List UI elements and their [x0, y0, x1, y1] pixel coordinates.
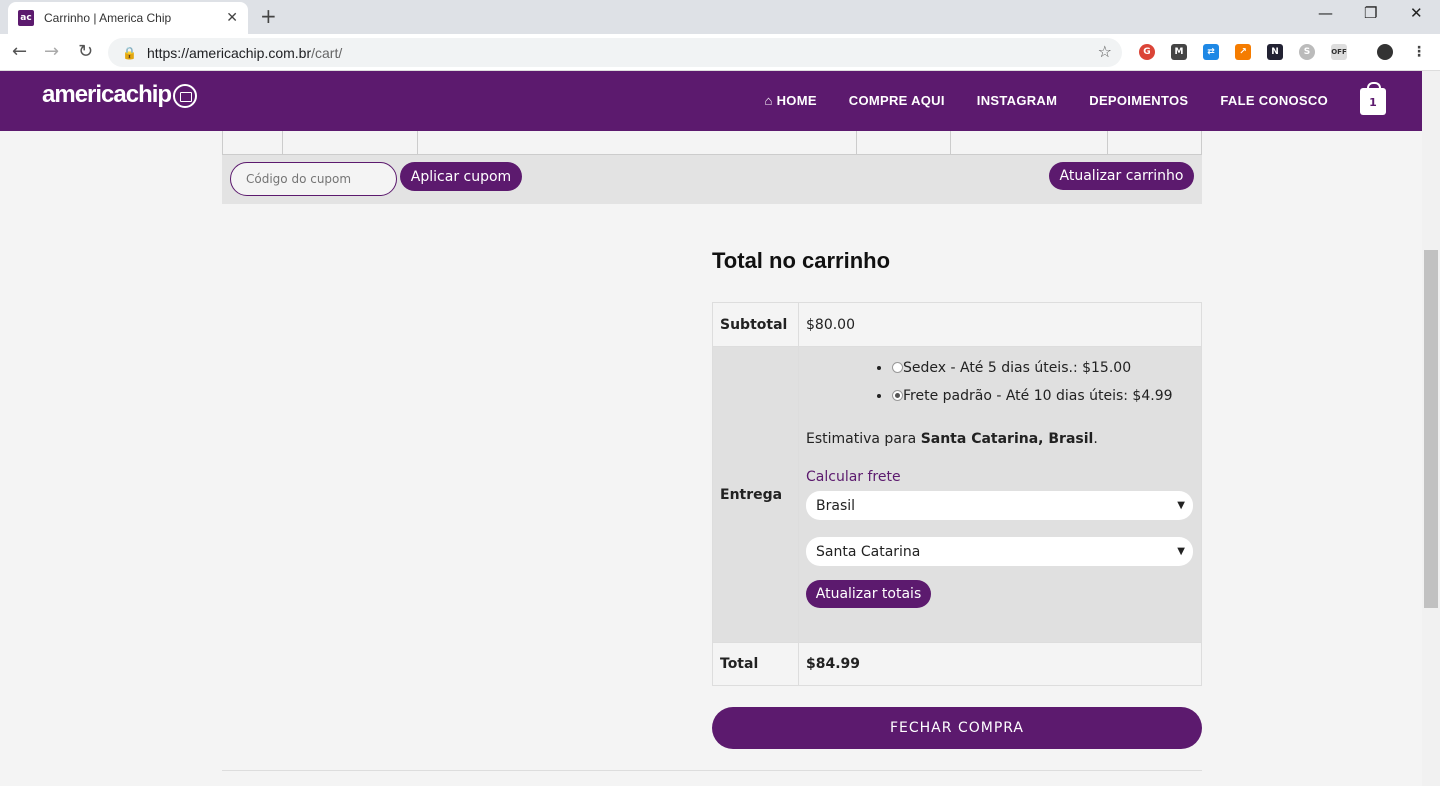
dropdown-arrow-icon: ▼ — [1177, 546, 1185, 557]
main-nav: ⌂ HOME COMPRE AQUI INSTAGRAM DEPOIMENTOS… — [765, 93, 1328, 108]
state-select[interactable]: Santa Catarina ▼ — [806, 537, 1193, 566]
lock-icon: 🔒 — [122, 45, 137, 60]
checkout-button[interactable]: FECHAR COMPRA — [712, 707, 1202, 749]
shipping-option-sedex[interactable]: Sedex - Até 5 dias úteis.: $15.00 — [892, 357, 1201, 385]
subtotal-label: Subtotal — [712, 302, 799, 347]
cart-table-bottom — [222, 131, 1202, 155]
chart-extension-icon[interactable]: ↗ — [1235, 44, 1251, 60]
site-favicon-icon: ac — [18, 10, 34, 26]
apply-coupon-button[interactable]: Aplicar cupom — [400, 162, 522, 191]
cart-bag-icon[interactable]: 1 — [1360, 82, 1386, 115]
total-row: Total $84.99 — [712, 642, 1202, 686]
cart-count-badge: 1 — [1369, 96, 1377, 109]
total-label: Total — [712, 642, 799, 686]
tab-close-icon[interactable]: ✕ — [226, 10, 238, 26]
nav-home[interactable]: ⌂ HOME — [765, 93, 817, 108]
shipping-estimate: Estimativa para Santa Catarina, Brasil. — [806, 431, 1098, 447]
google-plus-extension-icon[interactable]: G — [1139, 44, 1155, 60]
home-icon: ⌂ — [764, 93, 777, 108]
address-bar[interactable]: 🔒 https://americachip.com.br/cart/ ☆ — [108, 38, 1122, 67]
total-value: $84.99 — [798, 642, 1202, 686]
restore-icon[interactable]: ❐ — [1364, 4, 1377, 22]
nav-depoimentos[interactable]: DEPOIMENTOS — [1089, 93, 1188, 108]
cart-totals-title: Total no carrinho — [712, 248, 891, 273]
nav-instagram[interactable]: INSTAGRAM — [977, 93, 1057, 108]
browser-tab-bar: ac Carrinho | America Chip ✕ + — ❐ ✕ — [0, 0, 1440, 34]
estimate-location: Santa Catarina, Brasil — [920, 431, 1094, 447]
update-totals-button[interactable]: Atualizar totais — [806, 580, 931, 608]
coupon-row: Aplicar cupom Atualizar carrinho — [222, 155, 1202, 204]
divider — [222, 770, 1202, 771]
menu-dots-icon[interactable]: ⋮ — [1411, 44, 1427, 60]
skype-extension-icon[interactable]: S — [1299, 44, 1315, 60]
radio-sedex[interactable] — [892, 362, 903, 373]
shipping-row: Entrega Sedex - Até 5 dias úteis.: $15.0… — [712, 346, 1202, 643]
forward-icon[interactable]: → — [44, 41, 59, 62]
window-close-icon[interactable]: ✕ — [1410, 4, 1423, 22]
chip-logo-icon — [173, 83, 198, 108]
off-extension-icon[interactable]: OFF — [1331, 44, 1347, 60]
dropdown-arrow-icon: ▼ — [1177, 500, 1185, 511]
subtotal-row: Subtotal $80.00 — [712, 302, 1202, 347]
shipping-cell: Sedex - Até 5 dias úteis.: $15.00 Frete … — [798, 346, 1202, 643]
cart-totals-table: Subtotal $80.00 Entrega Sedex - Até 5 di… — [712, 302, 1202, 686]
site-header: americachip ⌂ HOME COMPRE AQUI INSTAGRAM… — [0, 71, 1422, 131]
subtotal-value: $80.00 — [798, 302, 1202, 347]
nav-fale-conosco[interactable]: FALE CONOSCO — [1220, 93, 1328, 108]
translate-extension-icon[interactable]: ⇄ — [1203, 44, 1219, 60]
nav-compre-aqui[interactable]: COMPRE AQUI — [849, 93, 945, 108]
browser-tab[interactable]: ac Carrinho | America Chip ✕ — [8, 2, 248, 34]
coupon-code-input[interactable] — [230, 162, 397, 196]
shipping-label: Entrega — [712, 346, 799, 643]
shipping-option-frete-padrao[interactable]: Frete padrão - Até 10 dias úteis: $4.99 — [892, 385, 1201, 413]
browser-toolbar: ← → ↻ 🔒 https://americachip.com.br/cart/… — [0, 34, 1440, 71]
back-icon[interactable]: ← — [12, 41, 27, 62]
page-scrollbar-thumb[interactable] — [1424, 250, 1438, 608]
site-logo[interactable]: americachip — [42, 81, 198, 109]
update-cart-button[interactable]: Atualizar carrinho — [1049, 162, 1194, 190]
calculate-shipping-link[interactable]: Calcular frete — [806, 469, 1201, 485]
tab-title: Carrinho | America Chip — [44, 11, 172, 25]
url-text: https://americachip.com.br/cart/ — [146, 44, 343, 61]
news-extension-icon[interactable]: N — [1267, 44, 1283, 60]
new-tab-icon[interactable]: + — [260, 4, 277, 28]
profile-avatar[interactable] — [1377, 44, 1393, 60]
reload-icon[interactable]: ↻ — [78, 41, 93, 62]
country-select[interactable]: Brasil ▼ — [806, 491, 1193, 520]
radio-frete-padrao[interactable] — [892, 390, 903, 401]
shipping-options-list: Sedex - Até 5 dias úteis.: $15.00 Frete … — [892, 347, 1201, 413]
m-extension-icon[interactable]: M — [1171, 44, 1187, 60]
bookmark-star-icon[interactable]: ☆ — [1098, 42, 1112, 61]
minimize-icon[interactable]: — — [1318, 4, 1333, 22]
